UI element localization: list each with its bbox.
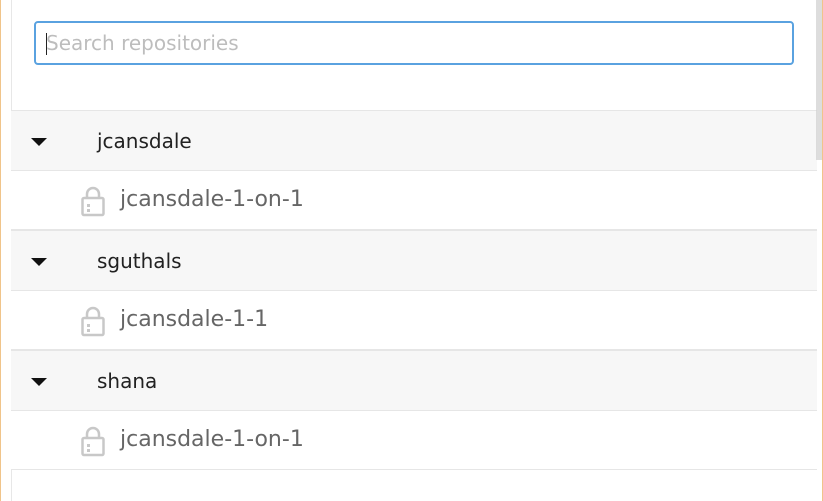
group-header-shana[interactable]: shana	[11, 350, 817, 411]
repository-picker-panel: jcansdale jcansdale-1-on-1 sguthals	[0, 0, 823, 501]
repo-name: jcansdale-1-on-1	[120, 187, 304, 212]
triangle-down-icon[interactable]	[31, 378, 47, 386]
group-owner-label: shana	[97, 369, 158, 393]
lock-icon	[81, 426, 105, 457]
repo-name: jcansdale-1-1	[120, 307, 269, 332]
search-input[interactable]	[36, 23, 792, 63]
lock-icon	[81, 186, 105, 217]
group-header-sguthals[interactable]: sguthals	[11, 230, 817, 291]
group-header-jcansdale[interactable]: jcansdale	[11, 110, 817, 171]
repository-list: jcansdale jcansdale-1-on-1 sguthals jcan…	[11, 110, 817, 470]
text-caret	[46, 33, 47, 55]
group-owner-label: jcansdale	[97, 129, 192, 153]
repo-item[interactable]: jcansdale-1-on-1	[11, 170, 817, 230]
repo-name: jcansdale-1-on-1	[120, 427, 304, 452]
triangle-down-icon[interactable]	[31, 138, 47, 146]
repo-item[interactable]: jcansdale-1-1	[11, 290, 817, 350]
triangle-down-icon[interactable]	[31, 258, 47, 266]
lock-icon	[81, 306, 105, 337]
scrollbar[interactable]	[816, 0, 822, 160]
repo-item[interactable]: jcansdale-1-on-1	[11, 410, 817, 470]
search-box[interactable]	[34, 21, 794, 65]
group-owner-label: sguthals	[97, 249, 182, 273]
